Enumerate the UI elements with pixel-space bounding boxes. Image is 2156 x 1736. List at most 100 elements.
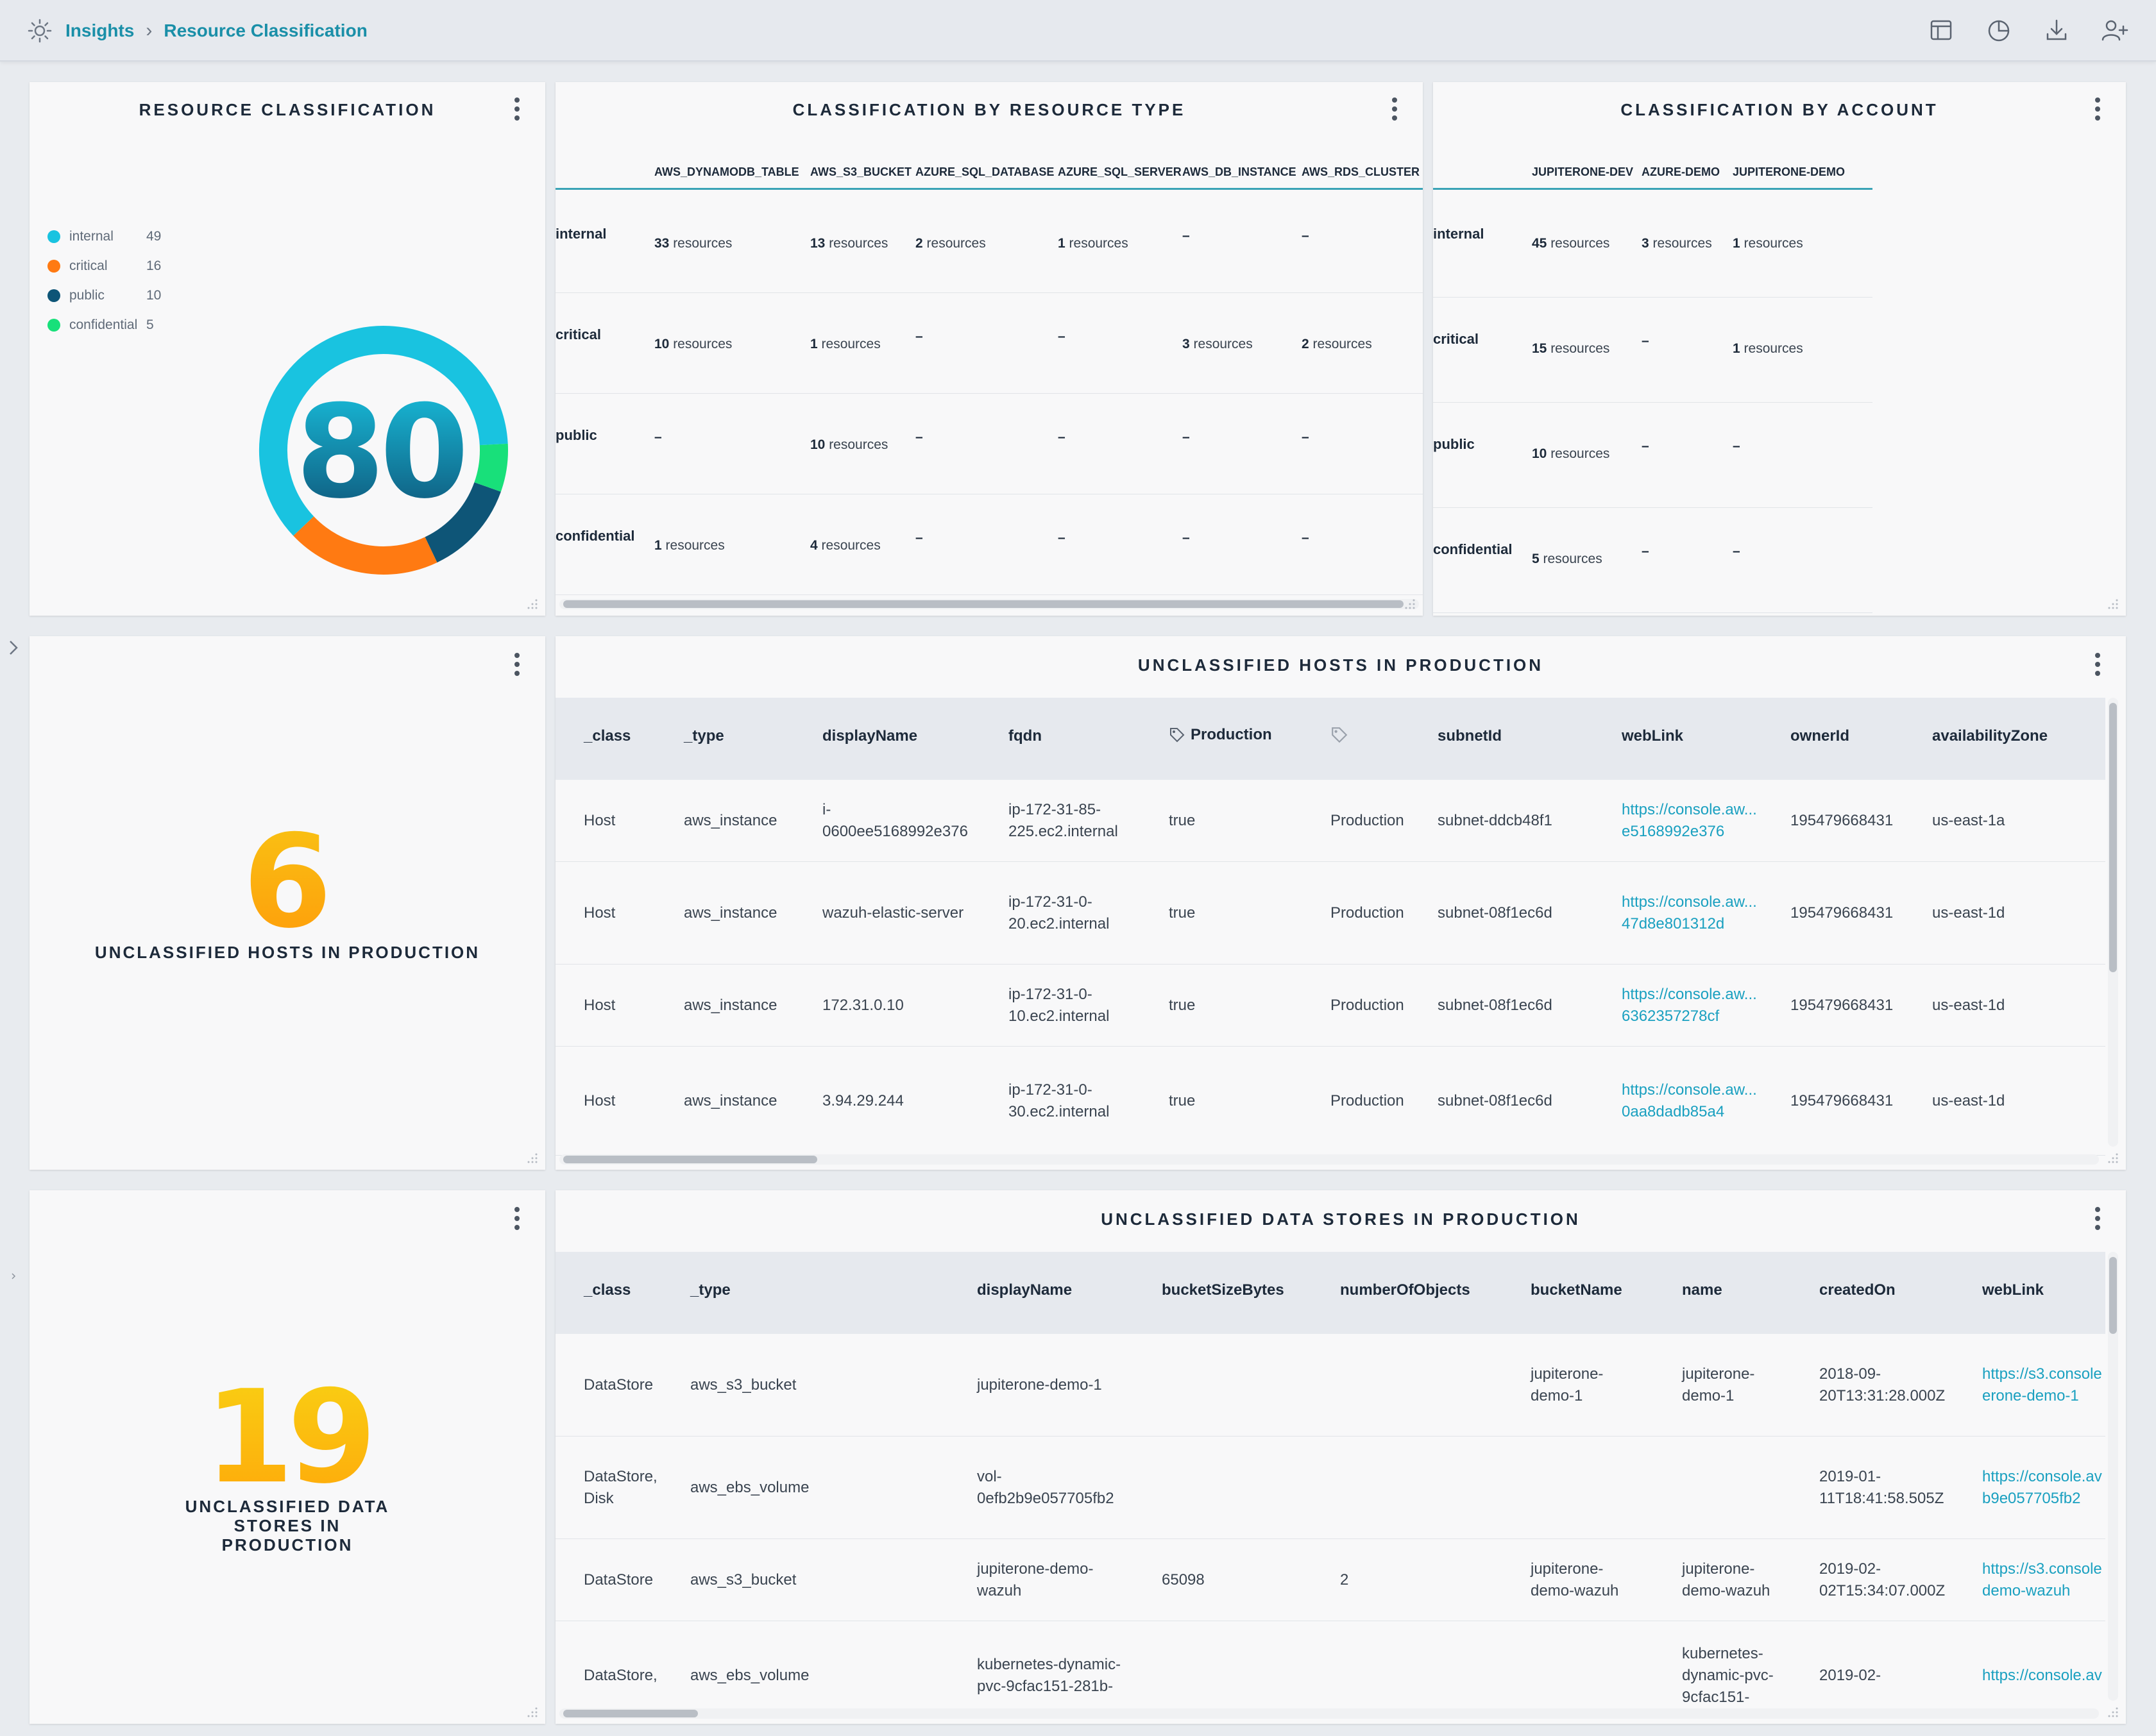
column-header[interactable]: subnetId [1438, 727, 1502, 745]
scrollbar-thumb[interactable] [563, 1156, 817, 1163]
vertical-scrollbar[interactable] [2108, 1252, 2118, 1701]
scrollbar-thumb[interactable] [2109, 703, 2117, 972]
breadcrumb-resource-classification[interactable]: Resource Classification [164, 21, 367, 41]
insights-sun-icon[interactable] [26, 17, 54, 45]
table-row[interactable]: Host aws_instance wazuh-elastic-server ip-1… [556, 862, 2105, 965]
column-header[interactable]: bucketName [1531, 1281, 1622, 1299]
more-options-icon[interactable] [2090, 95, 2105, 123]
resize-handle-icon[interactable] [2107, 1706, 2119, 1719]
web-link[interactable]: https://console.aw... 47d8e801312d [1622, 891, 1757, 935]
matrix-cell[interactable]: 10 resources [654, 337, 732, 352]
column-header[interactable]: AZURE_SQL_SERVER [1058, 165, 1182, 179]
matrix-cell[interactable]: 2 resources [915, 236, 986, 251]
matrix-cell[interactable]: 10 resources [1532, 446, 1609, 462]
web-link[interactable]: https://console.av b9e057705fb2 [1982, 1466, 2102, 1510]
column-header[interactable]: createdOn [1819, 1281, 1896, 1299]
legend-item-public[interactable]: public 10 [47, 281, 172, 310]
matrix-cell[interactable]: 1 resources [1058, 236, 1128, 251]
column-header[interactable]: _type [684, 727, 724, 745]
column-header[interactable]: AWS_DB_INSTANCE [1182, 165, 1296, 179]
column-header[interactable]: JUPITERONE-DEMO [1733, 165, 1845, 179]
sidebar-small-chevron-icon[interactable] [6, 1263, 21, 1289]
column-header[interactable]: webLink [1622, 727, 1683, 745]
layout-icon[interactable] [1925, 14, 1957, 46]
matrix-cell[interactable]: 3 resources [1642, 236, 1712, 251]
matrix-cell[interactable]: 3 resources [1182, 337, 1253, 352]
matrix-cell[interactable]: 13 resources [810, 236, 888, 251]
table-row[interactable]: DataStore, Disk aws_ebs_volume vol- 0efb2b… [556, 1437, 2105, 1539]
column-header-tag[interactable] [1330, 726, 1348, 748]
column-header[interactable]: _class [584, 1281, 631, 1299]
legend-item-critical[interactable]: critical 16 [47, 251, 172, 281]
scrollbar-thumb[interactable] [563, 1710, 698, 1717]
more-options-icon[interactable] [2090, 1204, 2105, 1233]
web-link[interactable]: https://console.av [1982, 1665, 2102, 1687]
matrix-cell[interactable]: 45 resources [1532, 236, 1609, 251]
matrix-cell[interactable]: 1 resources [654, 538, 725, 553]
resize-handle-icon[interactable] [526, 1152, 539, 1165]
matrix-cell[interactable]: 2 resources [1302, 337, 1372, 352]
web-link[interactable]: https://console.aw... 6362357278cf [1622, 984, 1757, 1027]
table-row[interactable]: Host aws_instance 172.31.0.10 ip-172-31-0- … [556, 965, 2105, 1047]
column-header[interactable]: JUPITERONE-DEV [1532, 165, 1633, 179]
legend-item-internal[interactable]: internal 49 [47, 222, 172, 251]
table-row[interactable]: Host aws_instance i- 0600ee5168992e376 ip-1… [556, 780, 2105, 862]
table-row[interactable]: DataStore aws_s3_bucket jupiterone-demo-1 j… [556, 1334, 2105, 1437]
download-icon[interactable] [2041, 14, 2073, 46]
column-header[interactable]: displayName [822, 727, 917, 745]
column-header[interactable]: availabilityZone [1932, 727, 2048, 745]
breadcrumb-insights[interactable]: Insights [65, 21, 134, 41]
donut-slice-confidential[interactable] [474, 443, 508, 492]
vertical-scrollbar[interactable] [2108, 698, 2118, 1147]
column-header[interactable]: displayName [977, 1281, 1072, 1299]
matrix-cell[interactable]: 4 resources [810, 538, 881, 553]
column-header[interactable]: name [1682, 1281, 1722, 1299]
resize-handle-icon[interactable] [526, 1706, 539, 1719]
resize-handle-icon[interactable] [2107, 1152, 2119, 1165]
column-header[interactable]: _class [584, 727, 631, 745]
matrix-cell[interactable]: 10 resources [810, 437, 888, 453]
resize-handle-icon[interactable] [2107, 598, 2119, 611]
horizontal-scrollbar[interactable] [559, 599, 1419, 609]
table-row[interactable]: DataStore aws_s3_bucket jupiterone-demo- w… [556, 1539, 2105, 1621]
column-header[interactable]: fqdn [1008, 727, 1042, 745]
horizontal-scrollbar[interactable] [559, 1708, 2099, 1719]
legend-item-confidential[interactable]: confidential 5 [47, 310, 172, 340]
web-link[interactable]: https://s3.console demo-wazuh [1982, 1558, 2102, 1602]
table-row[interactable]: Host aws_instance 3.94.29.244 ip-172-31-0- … [556, 1047, 2105, 1156]
column-header[interactable]: AWS_RDS_CLUSTER [1302, 165, 1420, 179]
matrix-cell[interactable]: 15 resources [1532, 341, 1609, 357]
matrix-cell[interactable]: 5 resources [1532, 552, 1602, 567]
pie-chart-icon[interactable] [1983, 14, 2015, 46]
column-header-production[interactable]: Production [1169, 726, 1272, 744]
horizontal-scrollbar[interactable] [559, 1154, 2099, 1165]
more-options-icon[interactable] [509, 95, 525, 123]
resize-handle-icon[interactable] [526, 598, 539, 611]
more-options-icon[interactable] [2090, 650, 2105, 678]
matrix-cell[interactable]: 33 resources [654, 236, 732, 251]
column-header[interactable]: AZURE_SQL_DATABASE [915, 165, 1054, 179]
more-options-icon[interactable] [509, 650, 525, 678]
matrix-cell[interactable]: 1 resources [810, 337, 881, 352]
more-options-icon[interactable] [1387, 95, 1402, 123]
sidebar-expand-chevron-icon[interactable] [6, 635, 21, 661]
column-header[interactable]: ownerId [1790, 727, 1849, 745]
web-link[interactable]: https://console.aw... e5168992e376 [1622, 799, 1757, 843]
column-header[interactable]: AZURE-DEMO [1642, 165, 1720, 179]
column-header[interactable]: bucketSizeBytes [1162, 1281, 1284, 1299]
donut-slice-critical[interactable] [293, 516, 437, 575]
scrollbar-thumb[interactable] [563, 600, 1404, 608]
scrollbar-thumb[interactable] [2109, 1257, 2117, 1334]
more-options-icon[interactable] [509, 1204, 525, 1233]
column-header[interactable]: numberOfObjects [1340, 1281, 1470, 1299]
column-header[interactable]: _type [690, 1281, 731, 1299]
matrix-cell[interactable]: 1 resources [1733, 236, 1803, 251]
column-header[interactable]: webLink [1982, 1281, 2044, 1299]
resize-handle-icon[interactable] [1404, 598, 1416, 611]
web-link[interactable]: https://s3.console erone-demo-1 [1982, 1363, 2102, 1407]
matrix-cell[interactable]: 1 resources [1733, 341, 1803, 357]
column-header[interactable]: AWS_DYNAMODB_TABLE [654, 165, 799, 179]
column-header[interactable]: AWS_S3_BUCKET [810, 165, 912, 179]
add-user-icon[interactable] [2098, 14, 2130, 46]
web-link[interactable]: https://console.aw... 0aa8dadb85a4 [1622, 1079, 1757, 1123]
